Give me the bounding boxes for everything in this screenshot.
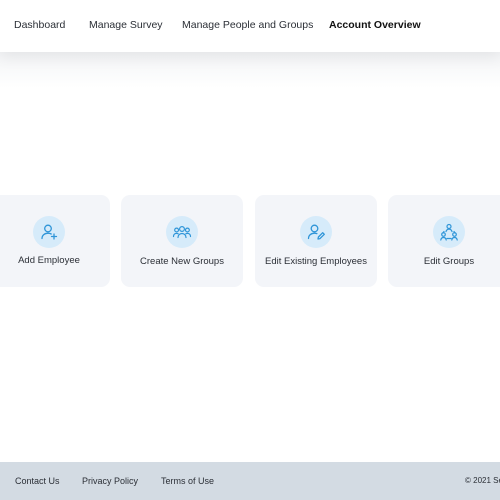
edit-user-icon — [300, 216, 332, 248]
add-user-icon — [33, 216, 65, 248]
nav-account-overview[interactable]: Account Overview — [329, 19, 421, 31]
footer-contact-us-link[interactable]: Contact Us — [15, 476, 60, 486]
add-employee-label: Add Employee — [18, 255, 80, 266]
edit-existing-employees-card[interactable]: Edit Existing Employees — [255, 195, 377, 287]
footer-privacy-policy-link[interactable]: Privacy Policy — [82, 476, 138, 486]
footer: Contact Us Privacy Policy Terms of Use ©… — [0, 462, 500, 500]
nav-manage-survey[interactable]: Manage Survey — [89, 19, 163, 31]
nav-manage-people-and-groups[interactable]: Manage People and Groups — [182, 19, 313, 31]
header-shadow-band — [0, 52, 500, 88]
edit-existing-employees-label: Edit Existing Employees — [265, 256, 367, 267]
edit-groups-label: Edit Groups — [423, 256, 475, 267]
add-employee-card[interactable]: Add Employee — [0, 195, 110, 287]
edit-groups-icon — [433, 216, 465, 248]
create-new-groups-card[interactable]: Create New Groups — [121, 195, 243, 287]
edit-groups-card[interactable]: Edit Groups — [388, 195, 500, 287]
create-new-groups-label: Create New Groups — [140, 256, 224, 267]
footer-copyright: © 2021 Se — [465, 476, 500, 485]
group-icon — [166, 216, 198, 248]
footer-terms-of-use-link[interactable]: Terms of Use — [161, 476, 214, 486]
top-navigation: Dashboard Manage Survey Manage People an… — [0, 0, 500, 52]
nav-dashboard[interactable]: Dashboard — [14, 19, 65, 31]
